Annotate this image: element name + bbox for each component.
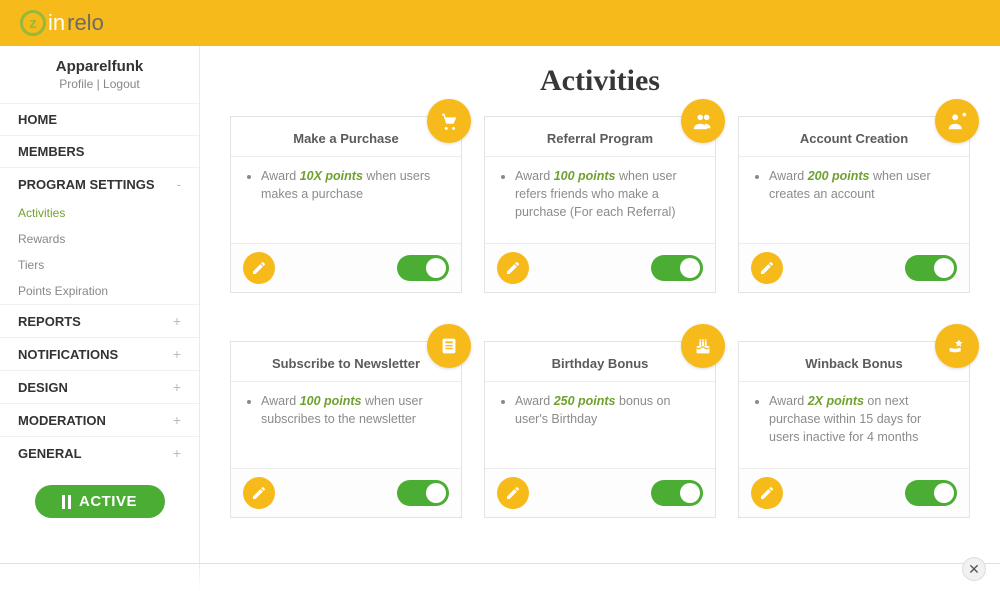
card-footer bbox=[231, 243, 461, 292]
account-name: Apparelfunk bbox=[0, 58, 199, 75]
card-footer bbox=[485, 468, 715, 517]
card-body: Award 2X points on next purchase within … bbox=[739, 382, 969, 468]
expand-icon: + bbox=[173, 313, 181, 329]
enable-toggle[interactable] bbox=[651, 255, 703, 281]
edit-button[interactable] bbox=[243, 477, 275, 509]
users-icon bbox=[681, 99, 725, 143]
activity-card-subscribe-newsletter: Subscribe to Newsletter Award 100 points… bbox=[230, 341, 462, 518]
user-plus-icon bbox=[935, 99, 979, 143]
points-value: 100 points bbox=[300, 394, 362, 408]
account-block: Apparelfunk Profile | Logout bbox=[0, 58, 199, 103]
nav-label: HOME bbox=[18, 112, 57, 127]
edit-button[interactable] bbox=[751, 477, 783, 509]
newsletter-icon bbox=[427, 324, 471, 368]
nav-sub-activities[interactable]: Activities bbox=[0, 200, 199, 226]
nav-members[interactable]: MEMBERS bbox=[0, 135, 199, 167]
nav-label: GENERAL bbox=[18, 446, 82, 461]
card-body: Award 250 points bonus on user's Birthda… bbox=[485, 382, 715, 468]
profile-link[interactable]: Profile bbox=[59, 77, 93, 91]
account-links: Profile | Logout bbox=[0, 77, 199, 91]
logout-link[interactable]: Logout bbox=[103, 77, 140, 91]
edit-button[interactable] bbox=[243, 252, 275, 284]
pencil-icon bbox=[251, 485, 267, 501]
topbar: inrelo bbox=[0, 0, 1000, 46]
nav-label: NOTIFICATIONS bbox=[18, 347, 118, 362]
nav-general[interactable]: GENERAL + bbox=[0, 436, 199, 469]
card-footer bbox=[231, 468, 461, 517]
points-value: 250 points bbox=[554, 394, 616, 408]
pencil-icon bbox=[759, 485, 775, 501]
main-content: Activities Make a Purchase Award 10X poi… bbox=[200, 46, 1000, 591]
enable-toggle[interactable] bbox=[397, 480, 449, 506]
card-body: Award 100 points when user refers friend… bbox=[485, 157, 715, 243]
nav-label: MEMBERS bbox=[18, 144, 84, 159]
pencil-icon bbox=[759, 260, 775, 276]
nav-design[interactable]: DESIGN + bbox=[0, 370, 199, 403]
edit-button[interactable] bbox=[497, 477, 529, 509]
points-value: 2X points bbox=[808, 394, 864, 408]
expand-icon: + bbox=[173, 445, 181, 461]
brand-name-primary: in bbox=[48, 10, 65, 36]
sidebar: Apparelfunk Profile | Logout HOME MEMBER… bbox=[0, 46, 200, 591]
nav-sub-rewards[interactable]: Rewards bbox=[0, 226, 199, 252]
edit-button[interactable] bbox=[751, 252, 783, 284]
collapse-icon: - bbox=[176, 176, 181, 192]
nav-label: MODERATION bbox=[18, 413, 106, 428]
cart-icon bbox=[427, 99, 471, 143]
page-title: Activities bbox=[230, 64, 970, 98]
program-status-toggle[interactable]: ACTIVE bbox=[35, 485, 165, 518]
edit-button[interactable] bbox=[497, 252, 529, 284]
nav-program-settings[interactable]: PROGRAM SETTINGS - bbox=[0, 167, 199, 200]
nav-label: PROGRAM SETTINGS bbox=[18, 177, 155, 192]
points-value: 100 points bbox=[554, 169, 616, 183]
nav-home[interactable]: HOME bbox=[0, 103, 199, 135]
enable-toggle[interactable] bbox=[905, 255, 957, 281]
nav-label: REPORTS bbox=[18, 314, 81, 329]
nav-sub-points-expiration[interactable]: Points Expiration bbox=[0, 278, 199, 304]
activity-card-winback-bonus: Winback Bonus Award 2X points on next pu… bbox=[738, 341, 970, 518]
points-value: 200 points bbox=[808, 169, 870, 183]
points-value: 10X points bbox=[300, 169, 363, 183]
activity-card-make-a-purchase: Make a Purchase Award 10X points when us… bbox=[230, 116, 462, 293]
expand-icon: + bbox=[173, 379, 181, 395]
nav-label: DESIGN bbox=[18, 380, 68, 395]
card-body: Award 10X points when users makes a purc… bbox=[231, 157, 461, 243]
enable-toggle[interactable] bbox=[397, 255, 449, 281]
brand-logo[interactable]: inrelo bbox=[20, 10, 104, 36]
brand-name-secondary: relo bbox=[67, 10, 104, 36]
card-footer bbox=[485, 243, 715, 292]
nav-moderation[interactable]: MODERATION + bbox=[0, 403, 199, 436]
card-body: Award 200 points when user creates an ac… bbox=[739, 157, 969, 243]
nav-reports[interactable]: REPORTS + bbox=[0, 304, 199, 337]
close-button[interactable]: ✕ bbox=[962, 557, 986, 581]
enable-toggle[interactable] bbox=[651, 480, 703, 506]
cake-icon bbox=[681, 324, 725, 368]
logo-mark-icon bbox=[20, 10, 46, 36]
status-label: ACTIVE bbox=[79, 493, 137, 510]
activity-card-referral-program: Referral Program Award 100 points when u… bbox=[484, 116, 716, 293]
enable-toggle[interactable] bbox=[905, 480, 957, 506]
activities-grid: Make a Purchase Award 10X points when us… bbox=[230, 116, 970, 518]
pause-icon bbox=[62, 495, 71, 509]
pencil-icon bbox=[505, 260, 521, 276]
expand-icon: + bbox=[173, 346, 181, 362]
nav-sub-tiers[interactable]: Tiers bbox=[0, 252, 199, 278]
activity-card-birthday-bonus: Birthday Bonus Award 250 points bonus on… bbox=[484, 341, 716, 518]
reward-icon bbox=[935, 324, 979, 368]
activity-card-account-creation: Account Creation Award 200 points when u… bbox=[738, 116, 970, 293]
card-footer bbox=[739, 243, 969, 292]
pencil-icon bbox=[251, 260, 267, 276]
card-body: Award 100 points when user subscribes to… bbox=[231, 382, 461, 468]
expand-icon: + bbox=[173, 412, 181, 428]
card-footer bbox=[739, 468, 969, 517]
nav-notifications[interactable]: NOTIFICATIONS + bbox=[0, 337, 199, 370]
pencil-icon bbox=[505, 485, 521, 501]
close-icon: ✕ bbox=[968, 561, 980, 578]
